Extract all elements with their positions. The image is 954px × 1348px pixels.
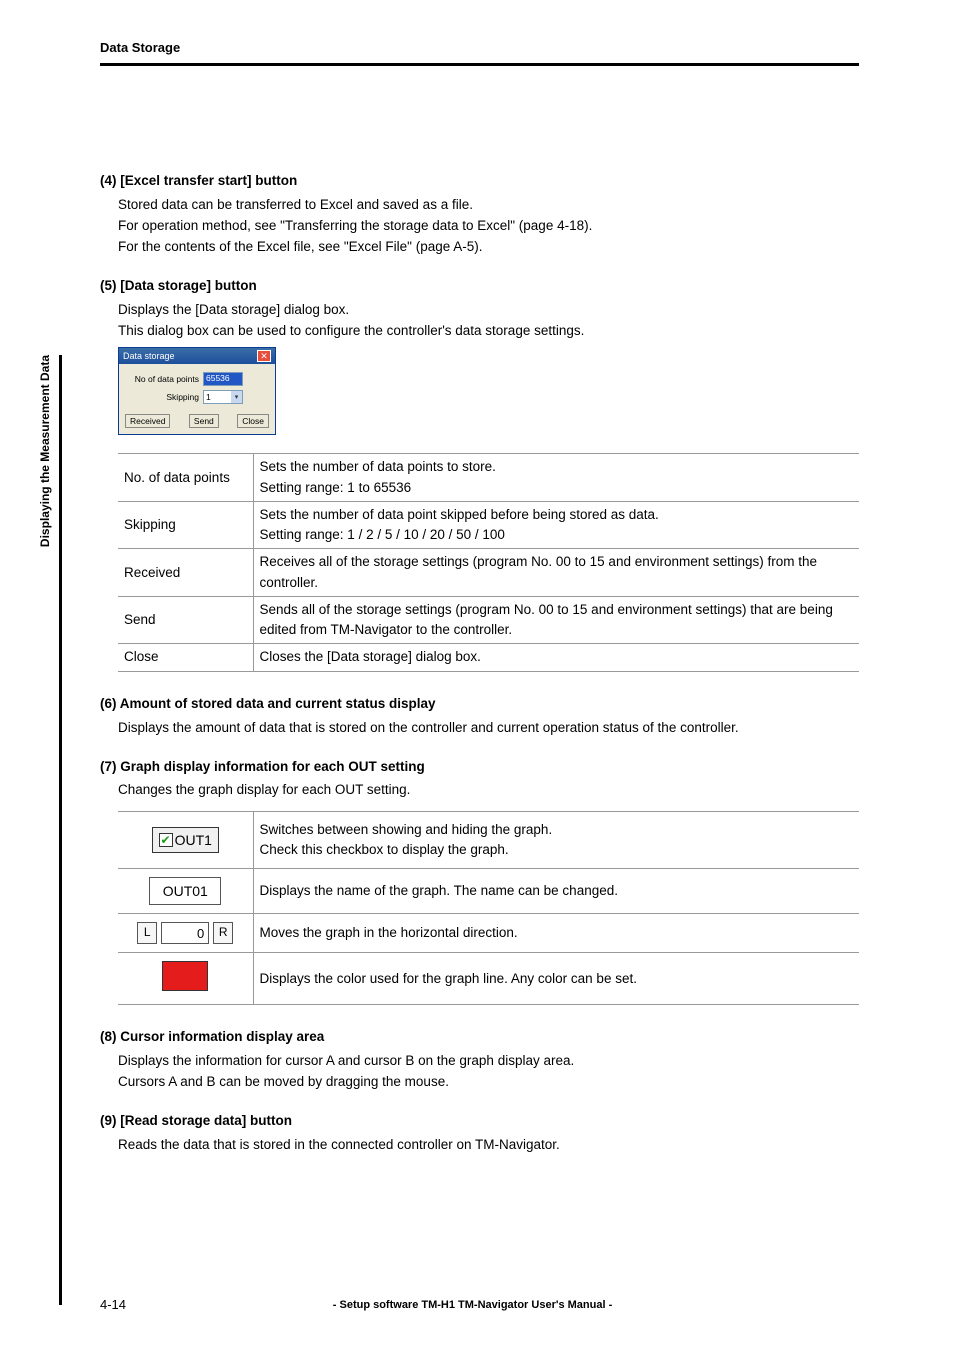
section-4-line3: For the contents of the Excel file, see … (118, 237, 859, 258)
section-6-title: (6) Amount of stored data and current st… (100, 694, 859, 715)
footer-manual-title: - Setup software TM-H1 TM-Navigator User… (126, 1299, 819, 1311)
page-number: 4-14 (100, 1297, 126, 1312)
move-left-button[interactable]: L (137, 922, 157, 944)
section-7-line1: Changes the graph display for each OUT s… (118, 780, 859, 801)
dialog-points-label: No of data points (125, 374, 203, 384)
section-8-line1: Displays the information for cursor A an… (118, 1051, 859, 1072)
move-right-button[interactable]: R (213, 922, 233, 944)
data-storage-settings-table: No. of data points Sets the number of da… (118, 453, 859, 671)
section-7-title: (7) Graph display information for each O… (100, 757, 859, 778)
dialog-send-button[interactable]: Send (189, 414, 219, 428)
ui-desc: Check this checkbox to display the graph… (260, 840, 854, 860)
param-desc: Closes the [Data storage] dialog box. (253, 644, 859, 671)
dialog-close-button[interactable]: Close (237, 414, 269, 428)
table-row: Skipping Sets the number of data point s… (118, 501, 859, 549)
dialog-points-input[interactable]: 65536 (203, 372, 243, 386)
param-desc: Sends all of the storage settings (progr… (253, 596, 859, 644)
dialog-skipping-select[interactable]: 1 ▾ (203, 390, 243, 404)
param-label: Skipping (118, 501, 253, 549)
section-8-title: (8) Cursor information display area (100, 1027, 859, 1048)
param-desc: Sets the number of data point skipped be… (260, 505, 854, 525)
move-value-field[interactable]: 0 (161, 922, 209, 944)
param-label: No. of data points (118, 454, 253, 502)
checkbox-label: OUT1 (175, 830, 212, 850)
graph-color-swatch[interactable] (162, 961, 208, 991)
ui-desc: Displays the name of the graph. The name… (253, 868, 859, 913)
param-desc: Sets the number of data points to store. (260, 457, 854, 477)
table-row: No. of data points Sets the number of da… (118, 454, 859, 502)
param-desc: Receives all of the storage settings (pr… (253, 549, 859, 597)
section-8-line2: Cursors A and B can be moved by dragging… (118, 1072, 859, 1093)
graph-name-field[interactable]: OUT01 (149, 877, 221, 905)
param-label: Received (118, 549, 253, 597)
section-6-line1: Displays the amount of data that is stor… (118, 718, 859, 739)
section-9-title: (9) [Read storage data] button (100, 1111, 859, 1132)
close-icon[interactable]: ✕ (257, 350, 271, 362)
dialog-skipping-value: 1 (206, 392, 211, 402)
table-row: ✔ OUT1 Switches between showing and hidi… (118, 812, 859, 868)
section-5-line1: Displays the [Data storage] dialog box. (118, 300, 859, 321)
param-desc: Setting range: 1 to 65536 (260, 478, 854, 498)
header-rule (100, 63, 859, 66)
out-visibility-checkbox[interactable]: ✔ OUT1 (152, 827, 219, 853)
dialog-received-button[interactable]: Received (125, 414, 170, 428)
ui-desc: Moves the graph in the horizontal direct… (253, 913, 859, 952)
param-label: Send (118, 596, 253, 644)
ui-desc: Switches between showing and hiding the … (260, 820, 854, 840)
section-5-title: (5) [Data storage] button (100, 276, 859, 297)
table-row: OUT01 Displays the name of the graph. Th… (118, 868, 859, 913)
section-4-title: (4) [Excel transfer start] button (100, 171, 859, 192)
data-storage-dialog: Data storage ✕ No of data points 65536 S… (118, 347, 276, 435)
param-label: Close (118, 644, 253, 671)
graph-display-settings-table: ✔ OUT1 Switches between showing and hidi… (118, 811, 859, 1005)
table-row: Received Receives all of the storage set… (118, 549, 859, 597)
section-9-line1: Reads the data that is stored in the con… (118, 1135, 859, 1156)
section-4-line2: For operation method, see "Transferring … (118, 216, 859, 237)
section-4-line1: Stored data can be transferred to Excel … (118, 195, 859, 216)
dialog-skipping-label: Skipping (125, 392, 203, 402)
table-row: Displays the color used for the graph li… (118, 952, 859, 1005)
table-row: Close Closes the [Data storage] dialog b… (118, 644, 859, 671)
section-5-line2: This dialog box can be used to configure… (118, 321, 859, 342)
check-icon: ✔ (159, 833, 173, 847)
table-row: L 0 R Moves the graph in the horizontal … (118, 913, 859, 952)
table-row: Send Sends all of the storage settings (… (118, 596, 859, 644)
ui-desc: Displays the color used for the graph li… (253, 952, 859, 1005)
param-desc: Setting range: 1 / 2 / 5 / 10 / 20 / 50 … (260, 525, 854, 545)
page-header-title: Data Storage (100, 40, 859, 55)
page-footer: 4-14 - Setup software TM-H1 TM-Navigator… (100, 1297, 859, 1312)
horizontal-move-stepper: L 0 R (137, 922, 233, 944)
chevron-down-icon[interactable]: ▾ (231, 391, 242, 403)
dialog-title: Data storage (123, 351, 175, 361)
